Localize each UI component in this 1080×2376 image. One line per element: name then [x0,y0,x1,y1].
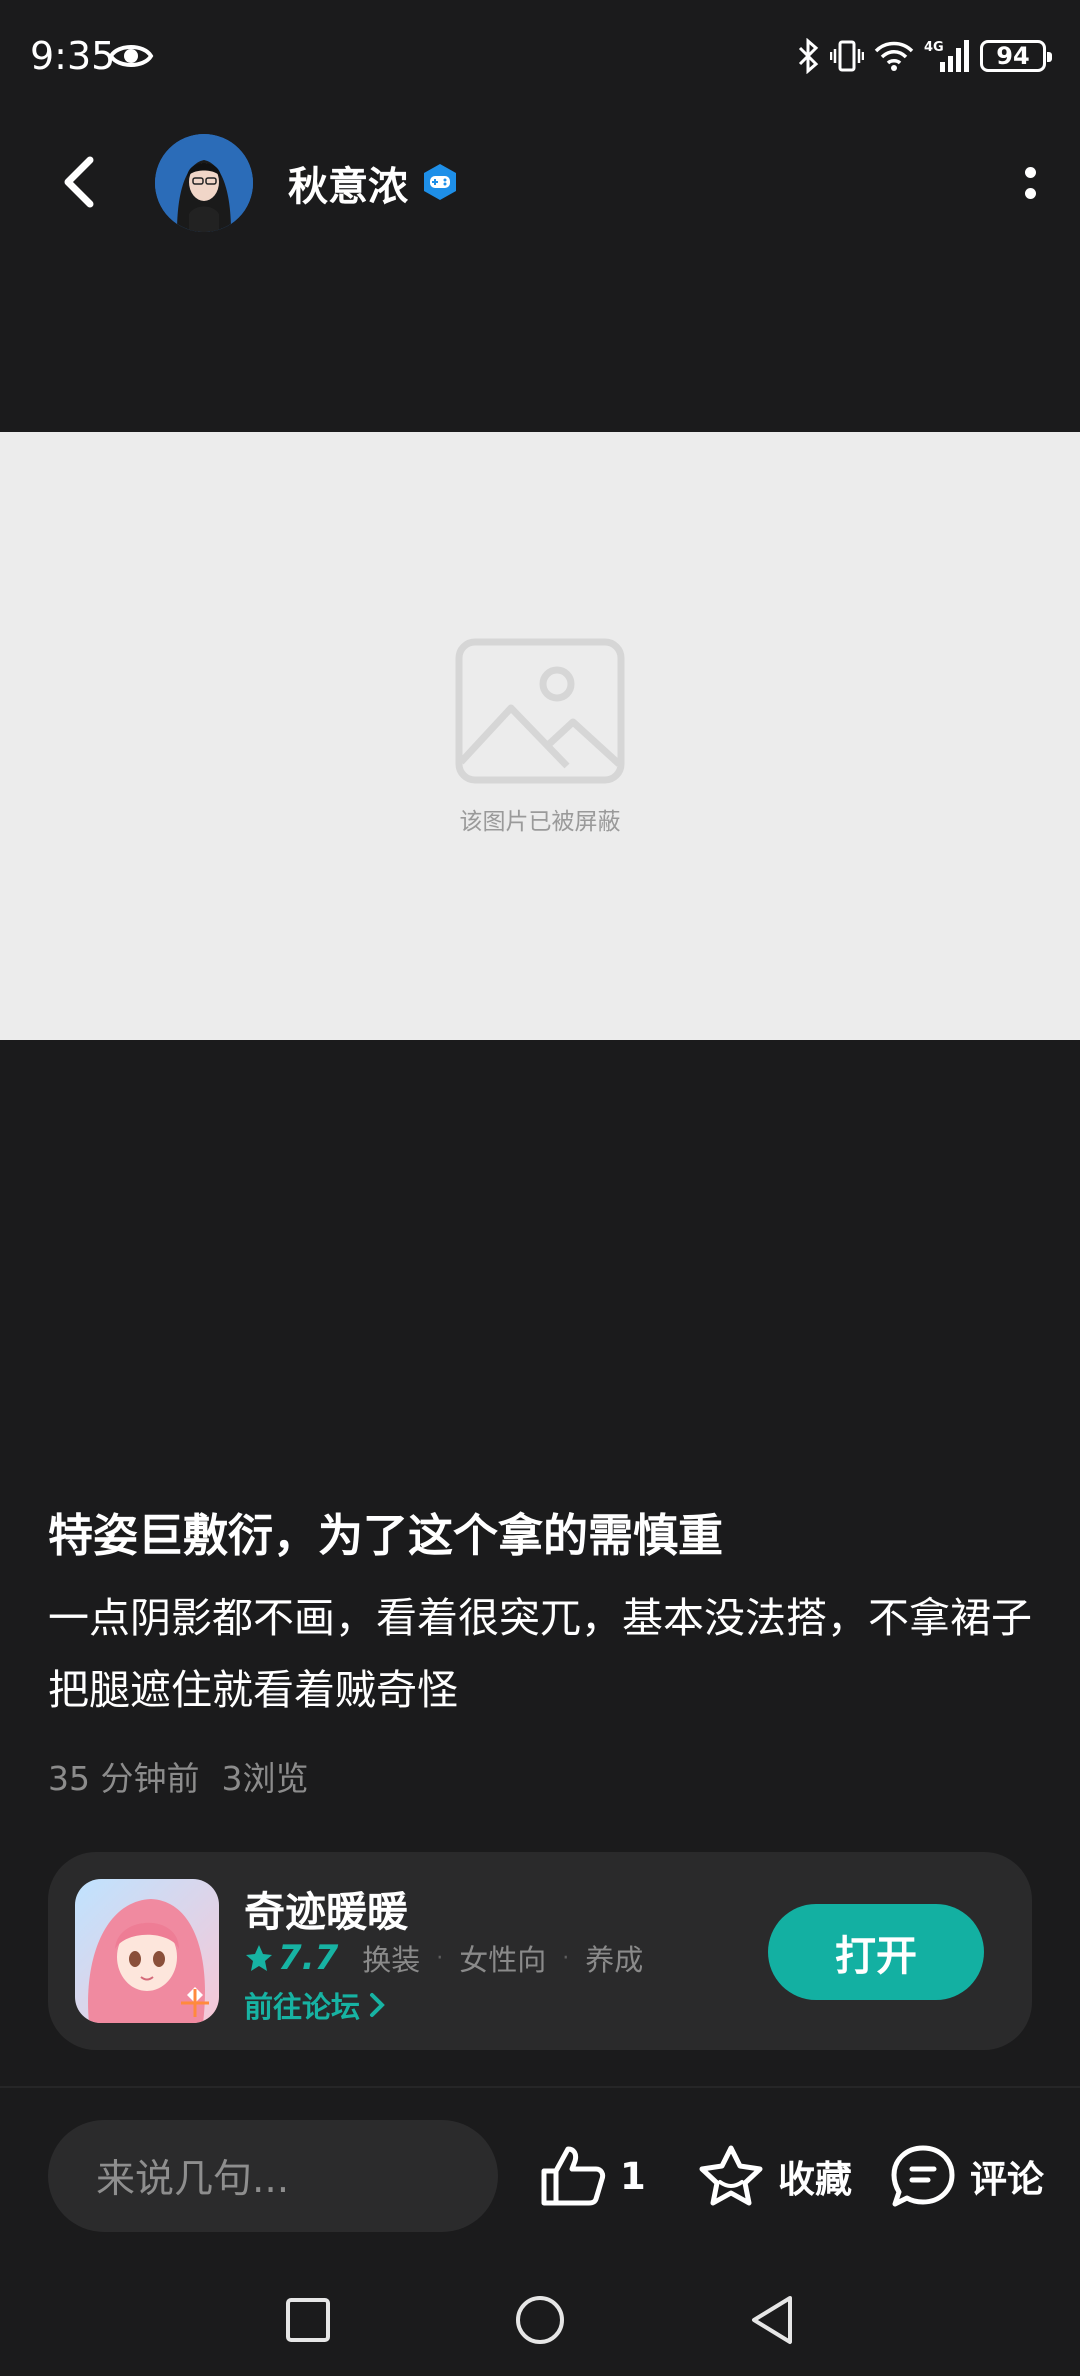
post-views: 3浏览 [221,1759,309,1798]
thumbs-up-icon [541,2146,606,2206]
circle-icon [516,2296,564,2344]
divider [0,2086,1080,2088]
open-game-button[interactable]: 打开 [768,1904,984,2000]
user-name[interactable]: 秋意浓 [288,154,408,212]
back-icon[interactable] [50,150,110,214]
game-tag: 换装 [362,1943,421,1977]
vibrate-icon [830,40,864,72]
avatar[interactable] [155,134,253,232]
image-placeholder-icon [455,638,625,784]
game-rating: 7.7 [278,1938,339,1978]
status-bar: 9:35 4G 94 [0,0,1080,120]
battery-indicator: 94 [980,40,1052,72]
avatar-image [155,134,253,232]
tag-separator: · [436,1945,444,1971]
comment-button[interactable]: 评论 [890,2136,1044,2216]
post-body: 一点阴影都不画，看着很突兀，基本没法搭，不拿裙子把腿遮住就看着贼奇怪 [48,1594,1032,1714]
status-time: 9:35 [30,34,116,78]
system-back-button[interactable] [742,2270,802,2370]
post-meta: 35 分钟前 3浏览 [48,1752,308,1800]
tag-separator: · [562,1945,570,1971]
comment-icon [891,2145,955,2207]
post-time: 35 分钟前 [48,1759,200,1798]
game-tag: 女性向 [459,1943,547,1977]
square-icon [286,2298,330,2342]
status-icons: 4G 94 [796,36,1052,76]
favorite-label: 收藏 [778,2158,852,2201]
recent-apps-button[interactable] [278,2270,338,2370]
star-icon [246,1945,272,1971]
blocked-image-label: 该图片已被屏蔽 [459,809,621,835]
blocked-image-placeholder[interactable]: 该图片已被屏蔽 [0,432,1080,1040]
home-button[interactable] [510,2270,570,2370]
post-title: 特姿巨敷衍，为了这个拿的需慎重 [48,1509,724,1562]
more-vertical-icon[interactable] [1010,148,1050,218]
bluetooth-icon [798,38,819,74]
verified-game-badge-icon [424,164,456,200]
favorite-button[interactable]: 收藏 [698,2136,852,2216]
wifi-icon [874,41,914,71]
forum-link[interactable]: 前往论坛 [244,1984,386,2026]
game-icon-image [75,1879,219,2023]
like-button[interactable]: 1 [540,2136,646,2216]
game-app-icon[interactable] [75,1879,219,2023]
comment-input[interactable]: 来说几句... [48,2120,498,2232]
eye-icon [108,45,154,67]
game-name[interactable]: 奇迹暖暖 [244,1878,408,1938]
triangle-back-icon [752,2296,792,2344]
game-card[interactable]: 奇迹暖暖 7.7 换装 · 女性向 · 养成 前往论坛 打开 [48,1852,1032,2050]
star-outline-icon [699,2145,763,2206]
comment-label: 评论 [970,2158,1044,2201]
chevron-right-icon [370,1993,385,2017]
game-info: 7.7 换装 · 女性向 · 养成 [244,1936,643,1980]
game-tag: 养成 [585,1943,644,1977]
like-count: 1 [620,2154,646,2198]
post-header: 秋意浓 [0,130,1080,235]
system-nav-bar [0,2270,1080,2376]
network-label: 4G [924,40,944,55]
signal-icon: 4G [924,40,969,72]
forum-link-label: 前往论坛 [244,1990,361,2024]
